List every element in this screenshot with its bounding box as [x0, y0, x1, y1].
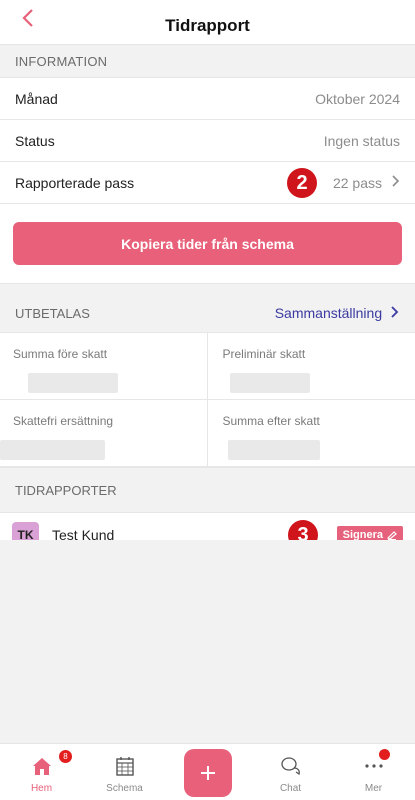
payout-cell-label: Preliminär skatt: [222, 347, 306, 361]
tab-label: Mer: [364, 783, 383, 794]
sign-icon: [387, 531, 397, 540]
redacted-value: [227, 440, 320, 460]
information-heading: INFORMATION: [0, 45, 415, 78]
status-label: Status: [15, 132, 55, 149]
top-bar: Tidrapport: [0, 0, 415, 45]
section-gap: [0, 284, 415, 294]
calendar-icon: [113, 755, 137, 777]
home-icon: [30, 755, 54, 777]
tab-bar: 8 Hem Schema Chat Mer: [0, 743, 415, 800]
notification-badge: [379, 749, 390, 760]
redacted-value: [229, 373, 310, 393]
payout-cell: Skattefri ersättning: [0, 400, 208, 467]
status-value: Ingen status: [323, 132, 400, 149]
payout-cell: Summa efter skatt: [207, 400, 415, 467]
step-marker-2: 2: [287, 168, 317, 198]
month-value: Oktober 2024: [315, 90, 400, 107]
month-label: Månad: [15, 90, 58, 107]
add-button[interactable]: [183, 749, 232, 797]
payout-cell: Preliminär skatt: [207, 333, 415, 400]
tidrapporter-heading: TIDRAPPORTER: [0, 468, 415, 513]
payout-grid: Summa före skatt Preliminär skatt Skatte…: [0, 333, 415, 468]
utbetalas-heading-row: UTBETALAS Sammanställning: [0, 294, 415, 333]
payout-cell: Summa före skatt: [0, 333, 208, 400]
info-row-status: Status Ingen status: [0, 120, 415, 162]
empty-area: [0, 540, 415, 744]
info-row-reported-shifts[interactable]: Rapporterade pass 2 22 pass: [0, 162, 415, 204]
chat-icon: [279, 755, 303, 777]
tab-label: Chat: [279, 783, 302, 794]
tab-chat[interactable]: Chat: [249, 744, 332, 800]
reported-shifts-label: Rapporterade pass: [15, 174, 135, 191]
reported-shifts-value: 22 pass: [332, 174, 382, 191]
copy-section: Kopiera tider från schema: [0, 204, 415, 284]
info-row-month: Månad Oktober 2024: [0, 78, 415, 120]
tab-more[interactable]: Mer: [332, 744, 415, 800]
redacted-value: [0, 440, 105, 460]
summary-link[interactable]: Sammanställning: [275, 305, 400, 321]
redacted-value: [28, 373, 118, 393]
plus-icon: [200, 766, 215, 780]
chevron-right-icon: [392, 174, 400, 192]
chevron-right-icon: [391, 306, 399, 318]
tab-home[interactable]: 8 Hem: [0, 744, 83, 800]
payout-cell-label: Summa före skatt: [13, 347, 108, 361]
copy-times-button[interactable]: Kopiera tider från schema: [13, 222, 402, 265]
payout-cell-label: Skattefri ersättning: [13, 414, 114, 428]
tab-schema[interactable]: Schema: [83, 744, 166, 800]
tab-label: Hem: [30, 783, 53, 794]
page-title: Tidrapport: [165, 16, 250, 35]
summary-link-label: Sammanställning: [274, 305, 383, 321]
utbetalas-heading: UTBETALAS: [15, 305, 90, 321]
payout-cell-label: Summa efter skatt: [222, 414, 320, 428]
tab-label: Schema: [106, 783, 143, 794]
tab-add[interactable]: [166, 744, 249, 800]
notification-badge: 8: [59, 750, 72, 763]
